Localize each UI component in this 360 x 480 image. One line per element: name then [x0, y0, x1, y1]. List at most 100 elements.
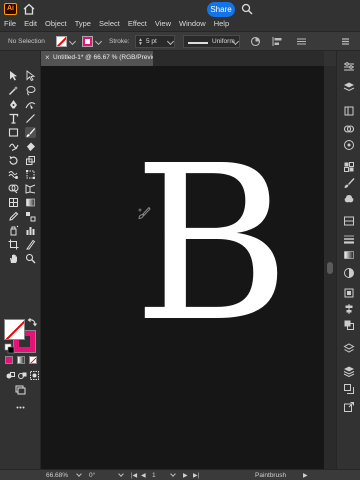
graph-icon[interactable]	[25, 225, 36, 236]
type-tool-icon[interactable]	[8, 113, 19, 124]
align-icon[interactable]	[343, 303, 355, 315]
selection-tool-icon[interactable]	[8, 70, 19, 81]
perspective-icon[interactable]	[25, 183, 36, 194]
transparency-icon[interactable]	[343, 267, 355, 279]
chevron-down-icon[interactable]	[94, 37, 103, 46]
menu-view[interactable]: View	[155, 19, 171, 28]
menu-help[interactable]: Help	[214, 19, 229, 28]
chevron-down-icon[interactable]	[68, 37, 77, 46]
direct-selection-tool-icon[interactable]	[25, 70, 36, 81]
document-tab[interactable]: × Untitled-1* @ 66.67 % (RGB/Preview)	[41, 51, 163, 66]
eraser-icon[interactable]	[25, 141, 36, 152]
menu-select[interactable]: Select	[99, 19, 120, 28]
none-mode-icon[interactable]	[29, 356, 37, 364]
last-artboard-icon[interactable]: ▶|	[193, 472, 199, 479]
menu-edit[interactable]: Edit	[24, 19, 37, 28]
lasso-icon[interactable]	[25, 85, 36, 96]
stepper-arrows-icon[interactable]: ▲ ▼	[138, 38, 143, 47]
shape-builder-icon[interactable]	[8, 183, 19, 194]
artboard-icon[interactable]	[8, 239, 19, 250]
menu-object[interactable]: Object	[45, 19, 67, 28]
blend-icon[interactable]	[25, 211, 36, 222]
gradient-mode-icon[interactable]	[17, 356, 25, 364]
rectangle-tool-icon[interactable]	[8, 127, 19, 138]
swap-colors-icon[interactable]	[27, 317, 37, 327]
slice-icon[interactable]	[25, 239, 36, 250]
home-icon[interactable]	[22, 2, 36, 16]
artboard-number[interactable]: 1	[152, 472, 156, 479]
more-tools-icon[interactable]	[15, 402, 26, 413]
options-icon[interactable]	[296, 36, 307, 47]
draw-behind-icon[interactable]	[17, 370, 28, 381]
menu-type[interactable]: Type	[75, 19, 91, 28]
stack-icon[interactable]	[343, 365, 355, 377]
screen-mode-icon[interactable]	[15, 384, 26, 395]
zoom-icon[interactable]	[25, 253, 36, 264]
recolor-icon[interactable]	[250, 36, 261, 47]
prev-artboard-icon[interactable]: ◀	[141, 472, 146, 479]
chevron-down-icon[interactable]	[118, 471, 124, 477]
shaper-icon[interactable]	[8, 141, 19, 152]
scale-icon[interactable]	[25, 155, 36, 166]
chevron-down-icon[interactable]	[76, 471, 82, 477]
next-artboard-icon[interactable]: ▶	[183, 472, 188, 479]
draw-normal-icon[interactable]	[5, 370, 16, 381]
gradient-panel-icon[interactable]	[343, 249, 355, 261]
search-icon[interactable]	[241, 3, 253, 15]
paintbrush-icon[interactable]	[25, 127, 36, 138]
draw-inside-icon[interactable]	[29, 370, 40, 381]
properties-icon[interactable]	[343, 61, 355, 73]
appearance-icon[interactable]	[343, 287, 355, 299]
gradient-icon[interactable]	[25, 197, 36, 208]
brush-profile-select[interactable]: Uniform	[183, 35, 240, 48]
stroke-weight-stepper[interactable]: ▲ ▼ 5 pt	[135, 35, 175, 48]
chevron-down-icon[interactable]	[166, 37, 175, 46]
layers-icon[interactable]	[343, 81, 355, 93]
rotation-value[interactable]: 0°	[89, 472, 95, 479]
vertical-scrollbar[interactable]	[324, 66, 336, 469]
color-icon[interactable]	[343, 139, 355, 151]
symbols-icon[interactable]	[343, 193, 355, 205]
swatches-icon[interactable]	[343, 161, 355, 173]
stroke-icon[interactable]	[343, 233, 355, 245]
free-transform-icon[interactable]	[25, 169, 36, 180]
first-artboard-icon[interactable]: |◀	[131, 472, 137, 479]
eyedropper-icon[interactable]	[8, 211, 19, 222]
hand-icon[interactable]	[8, 253, 19, 264]
status-menu-icon[interactable]: ▶	[303, 472, 308, 479]
cc-icon[interactable]	[343, 123, 355, 135]
share-button[interactable]: Share	[207, 2, 235, 17]
pathfinder-icon[interactable]	[343, 319, 355, 331]
line-tool-icon[interactable]	[25, 113, 36, 124]
brushes-icon[interactable]	[343, 177, 355, 189]
selection-status: No Selection	[8, 38, 45, 45]
rotate-icon[interactable]	[8, 155, 19, 166]
chevron-down-icon[interactable]	[170, 471, 176, 477]
transform-icon[interactable]	[343, 343, 355, 355]
default-colors-icon[interactable]	[4, 343, 15, 354]
mesh-icon[interactable]	[8, 197, 19, 208]
status-bar-left	[0, 469, 41, 480]
menu-window[interactable]: Window	[179, 19, 206, 28]
graphic-styles-icon[interactable]	[343, 215, 355, 227]
scrollbar-thumb[interactable]	[327, 262, 333, 274]
align-icon[interactable]	[272, 36, 283, 47]
symbol-sprayer-icon[interactable]	[8, 225, 19, 236]
menu-file[interactable]: File	[4, 19, 16, 28]
stroke-swatch[interactable]	[82, 36, 93, 47]
curvature-icon[interactable]	[25, 99, 36, 110]
color-mode-icon[interactable]	[5, 356, 13, 364]
export-icon[interactable]	[343, 401, 355, 413]
pen-tool-icon[interactable]	[8, 99, 19, 110]
magic-wand-icon[interactable]	[8, 85, 19, 96]
libraries-icon[interactable]	[343, 105, 355, 117]
fill-swatch[interactable]	[56, 36, 67, 47]
menu-effect[interactable]: Effect	[128, 19, 147, 28]
fill-color-box[interactable]	[4, 319, 25, 340]
menu-icon[interactable]	[340, 36, 351, 47]
close-icon[interactable]: ×	[45, 53, 50, 62]
artwork-letter[interactable]: B	[133, 138, 290, 352]
zoom-level[interactable]: 66.68%	[46, 472, 68, 479]
links-icon[interactable]	[343, 383, 355, 395]
warp-icon[interactable]	[8, 169, 19, 180]
